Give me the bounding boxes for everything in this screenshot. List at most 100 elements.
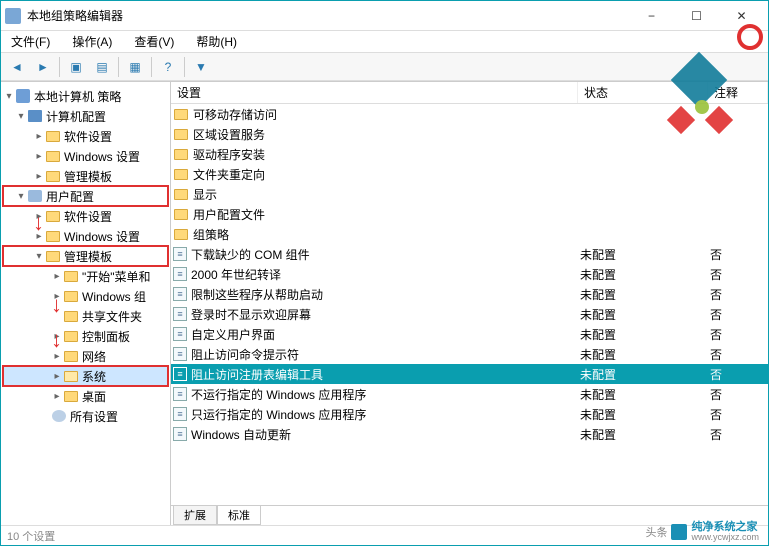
menu-action[interactable]: 操作(A) (68, 31, 116, 52)
list-folder-row[interactable]: 可移动存储访问 (171, 104, 768, 124)
tree-desktop[interactable]: ▸ 桌面 (3, 386, 168, 406)
row-comment: 否 (710, 366, 768, 383)
annotation-circle-icon (737, 24, 763, 50)
list-setting-row[interactable]: ≡Windows 自动更新未配置否 (171, 424, 768, 444)
folder-icon (45, 148, 61, 164)
forward-button[interactable]: ► (31, 56, 55, 78)
list-folder-row[interactable]: 组策略 (171, 224, 768, 244)
expand-icon[interactable]: ▸ (33, 231, 45, 242)
list-setting-row[interactable]: ≡不运行指定的 Windows 应用程序未配置否 (171, 384, 768, 404)
expand-icon[interactable]: ▸ (33, 211, 45, 222)
tree-shared-folders[interactable]: 共享文件夹 (3, 306, 168, 326)
list-header: 设置 状态 注释 (171, 82, 768, 104)
maximize-button[interactable]: ☐ (674, 2, 719, 30)
list-folder-row[interactable]: 文件夹重定向 (171, 164, 768, 184)
expand-icon[interactable]: ▸ (33, 171, 45, 182)
row-label: 可移动存储访问 (193, 106, 580, 123)
folder-icon (173, 146, 189, 162)
expand-icon[interactable]: ▾ (15, 191, 27, 202)
row-label: 只运行指定的 Windows 应用程序 (191, 406, 580, 423)
row-label: 限制这些程序从帮助启动 (191, 286, 580, 303)
row-label: 阻止访问命令提示符 (191, 346, 580, 363)
properties-button[interactable]: ▦ (123, 56, 147, 78)
up-button[interactable]: ▣ (64, 56, 88, 78)
folder-icon (173, 206, 189, 222)
row-state: 未配置 (580, 246, 710, 263)
folder-icon (173, 126, 189, 142)
list-setting-row[interactable]: ≡阻止访问注册表编辑工具未配置否 (171, 364, 768, 384)
list-setting-row[interactable]: ≡限制这些程序从帮助启动未配置否 (171, 284, 768, 304)
list-setting-row[interactable]: ≡下载缺少的 COM 组件未配置否 (171, 244, 768, 264)
expand-icon[interactable]: ▸ (51, 371, 63, 382)
tree-uc-software[interactable]: ▸ 软件设置 (3, 206, 168, 226)
column-comment[interactable]: 注释 (708, 82, 768, 103)
folder-icon (45, 208, 61, 224)
list-body[interactable]: 可移动存储访问区域设置服务驱动程序安装文件夹重定向显示用户配置文件组策略≡下载缺… (171, 104, 768, 505)
row-label: 登录时不显示欢迎屏幕 (191, 306, 580, 323)
tree-uc-windows[interactable]: ▸ Windows 设置 (3, 226, 168, 246)
computer-icon (27, 108, 43, 124)
list-setting-row[interactable]: ≡阻止访问命令提示符未配置否 (171, 344, 768, 364)
row-comment: 否 (710, 286, 768, 303)
expand-icon[interactable]: ▾ (3, 91, 15, 102)
list-setting-row[interactable]: ≡2000 年世纪转译未配置否 (171, 264, 768, 284)
expand-icon[interactable]: ▸ (51, 351, 63, 362)
column-state[interactable]: 状态 (578, 82, 708, 103)
expand-icon[interactable]: ▾ (33, 251, 45, 262)
list-folder-row[interactable]: 用户配置文件 (171, 204, 768, 224)
tree-computer-config[interactable]: ▾ 计算机配置 (3, 106, 168, 126)
minimize-button[interactable]: − (629, 2, 674, 30)
back-button[interactable]: ◄ (5, 56, 29, 78)
tree-uc-templates[interactable]: ▾ 管理模板 (3, 246, 168, 266)
row-label: 用户配置文件 (193, 206, 580, 223)
help-button[interactable]: ? (156, 56, 180, 78)
tree-cc-windows[interactable]: ▸ Windows 设置 (3, 146, 168, 166)
tree-start-menu[interactable]: ▸ "开始"菜单和 (3, 266, 168, 286)
menu-view[interactable]: 查看(V) (130, 31, 178, 52)
expand-icon[interactable]: ▸ (51, 391, 63, 402)
expand-icon[interactable]: ▸ (51, 271, 63, 282)
menu-help[interactable]: 帮助(H) (192, 31, 241, 52)
column-setting[interactable]: 设置 (171, 82, 578, 103)
tree-windows-comp[interactable]: ▸ Windows 组 (3, 286, 168, 306)
row-state: 未配置 (580, 346, 710, 363)
list-setting-row[interactable]: ≡登录时不显示欢迎屏幕未配置否 (171, 304, 768, 324)
expand-icon[interactable]: ▸ (51, 331, 63, 342)
list-folder-row[interactable]: 驱动程序安装 (171, 144, 768, 164)
expand-icon[interactable]: ▸ (51, 291, 63, 302)
row-comment: 否 (710, 426, 768, 443)
tree-cc-templates[interactable]: ▸ 管理模板 (3, 166, 168, 186)
setting-icon: ≡ (173, 407, 187, 421)
list-setting-row[interactable]: ≡只运行指定的 Windows 应用程序未配置否 (171, 404, 768, 424)
list-setting-row[interactable]: ≡自定义用户界面未配置否 (171, 324, 768, 344)
tab-extended[interactable]: 扩展 (173, 506, 217, 525)
folder-icon (63, 348, 79, 364)
expand-icon[interactable]: ▸ (33, 151, 45, 162)
show-hide-button[interactable]: ▤ (90, 56, 114, 78)
tree-user-config[interactable]: ▾ 用户配置 (3, 186, 168, 206)
row-state: 未配置 (580, 426, 710, 443)
list-folder-row[interactable]: 显示 (171, 184, 768, 204)
folder-icon (45, 248, 61, 264)
tree-network[interactable]: ▸ 网络 (3, 346, 168, 366)
tree-label: 本地计算机 策略 (34, 88, 121, 105)
row-label: 阻止访问注册表编辑工具 (191, 366, 580, 383)
tree-cc-software[interactable]: ▸ 软件设置 (3, 126, 168, 146)
expand-icon[interactable]: ▸ (33, 131, 45, 142)
tree-panel: ▾ 本地计算机 策略 ▾ 计算机配置 ▸ 软件设置 ▸ Windows 设置 ▸ (1, 82, 171, 525)
tree-all-settings[interactable]: 所有设置 (3, 406, 168, 426)
tree-label: 用户配置 (46, 188, 94, 205)
tree-system[interactable]: ▸ 系统 (3, 366, 168, 386)
expand-icon[interactable]: ▾ (15, 111, 27, 122)
filter-button[interactable]: ▼ (189, 56, 213, 78)
tab-standard[interactable]: 标准 (217, 506, 261, 525)
folder-icon (45, 128, 61, 144)
folder-icon (63, 308, 79, 324)
menu-file[interactable]: 文件(F) (7, 31, 54, 52)
list-folder-row[interactable]: 区域设置服务 (171, 124, 768, 144)
tree-root[interactable]: ▾ 本地计算机 策略 (3, 86, 168, 106)
tree-label: 计算机配置 (46, 108, 106, 125)
setting-icon: ≡ (173, 267, 187, 281)
tree-control-panel[interactable]: ▸ 控制面板 (3, 326, 168, 346)
status-text: 10 个设置 (7, 528, 55, 544)
